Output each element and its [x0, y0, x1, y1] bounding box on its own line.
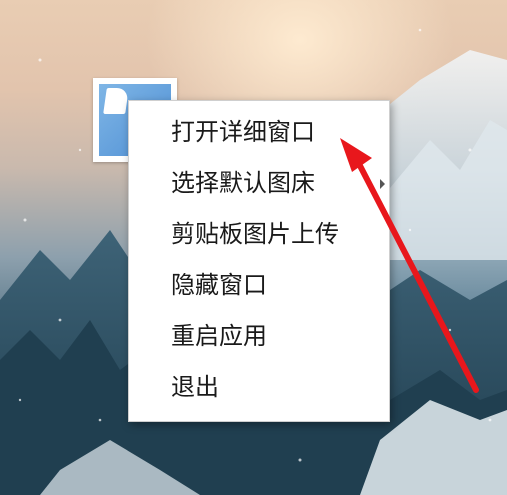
submenu-arrow-icon: [380, 178, 385, 189]
menu-item-quit[interactable]: 退出: [129, 362, 389, 413]
menu-item-label: 打开详细窗口: [171, 118, 315, 146]
menu-item-label: 退出: [171, 373, 219, 401]
menu-item-restart-app[interactable]: 重启应用: [129, 311, 389, 362]
menu-item-open-detail-window[interactable]: 打开详细窗口: [129, 107, 389, 158]
menu-item-clipboard-upload[interactable]: 剪贴板图片上传: [129, 209, 389, 260]
menu-item-select-default-host[interactable]: 选择默认图床: [129, 158, 389, 209]
menu-item-label: 隐藏窗口: [171, 271, 267, 299]
menu-item-label: 选择默认图床: [171, 169, 315, 197]
menu-item-hide-window[interactable]: 隐藏窗口: [129, 260, 389, 311]
context-menu: 打开详细窗口 选择默认图床 剪贴板图片上传 隐藏窗口 重启应用 退出: [128, 100, 390, 422]
desktop-wallpaper: 打开详细窗口 选择默认图床 剪贴板图片上传 隐藏窗口 重启应用 退出: [0, 0, 507, 495]
menu-item-label: 重启应用: [171, 322, 267, 350]
menu-item-label: 剪贴板图片上传: [171, 220, 339, 248]
